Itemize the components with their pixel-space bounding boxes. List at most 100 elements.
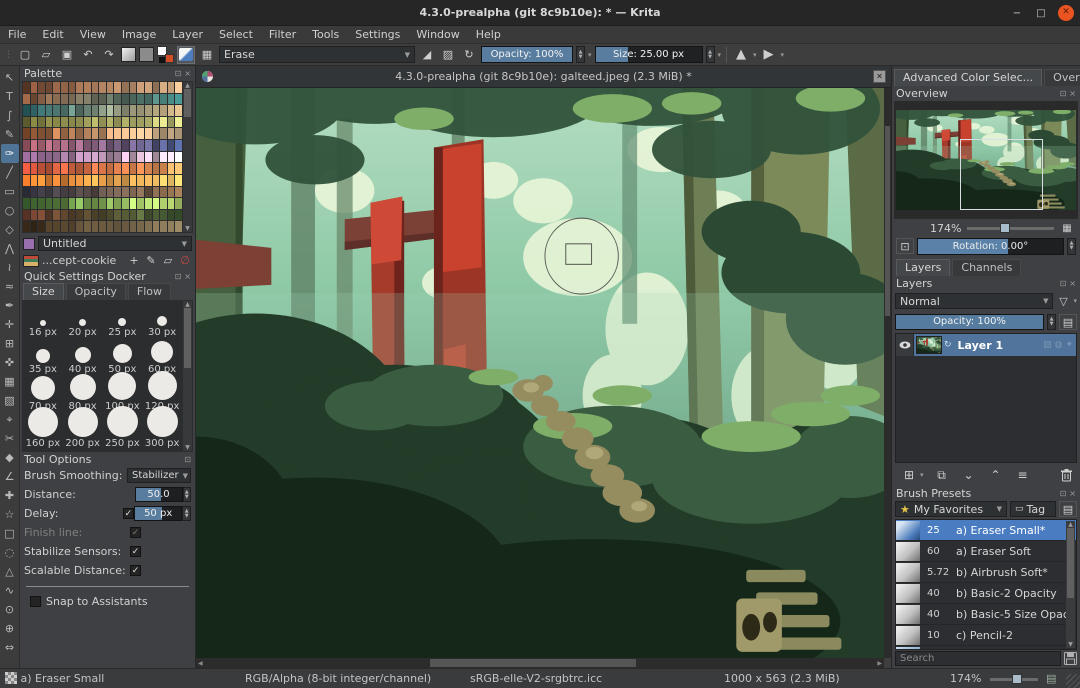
close-button[interactable]: ✕ [1058, 5, 1074, 21]
preset-display-mode-icon[interactable]: ▤ [1059, 501, 1077, 517]
overview-thumbnail[interactable] [894, 101, 1078, 219]
brush-size-cell[interactable]: 25 px [103, 302, 143, 339]
add-layer-arrow[interactable]: ▾ [920, 471, 924, 479]
smart-patch-tool-icon[interactable]: ✂ [1, 429, 19, 448]
brush-size-scrollbar[interactable]: ▲ ▼ [183, 301, 192, 451]
add-swatch-icon[interactable]: + [127, 252, 141, 270]
inherit-alpha-icon[interactable]: ↻ [944, 340, 952, 350]
float-docker-icon[interactable]: ⊡ [1060, 89, 1067, 98]
text-tool-icon[interactable]: T [1, 87, 19, 106]
bezier-curve-tool-icon[interactable]: ≀ [1, 258, 19, 277]
workspace-chooser-icon[interactable]: ▦ [198, 46, 216, 64]
polygon-tool-icon[interactable]: ◇ [1, 220, 19, 239]
edit-palette-icon[interactable]: ✎ [144, 252, 158, 270]
rotation-spinbox[interactable]: Rotation: 0.00° [917, 237, 1064, 255]
overview-view-rect[interactable] [960, 138, 1044, 210]
delay-spinner[interactable]: ▲ ▼ [182, 506, 191, 521]
preset-search-input[interactable] [895, 651, 1061, 666]
menu-image[interactable]: Image [122, 28, 156, 41]
assistants-tool-icon[interactable]: ✚ [1, 486, 19, 505]
opacity-options-arrow[interactable]: ▾ [588, 51, 592, 59]
new-document-icon[interactable]: ▢ [16, 46, 34, 64]
brush-size-cell[interactable]: 30 px [142, 302, 182, 339]
dynamic-brush-tool-icon[interactable]: ✒ [1, 296, 19, 315]
opacity-spinner[interactable]: ▲ ▼ [576, 46, 585, 63]
layer-props-icon[interactable]: ≡ [1014, 466, 1032, 484]
brush-size-cell-partial[interactable] [142, 450, 182, 452]
color-sampler-tool-icon[interactable]: ⌖ [1, 410, 19, 429]
tab-overview[interactable]: Overvi... [1044, 69, 1080, 86]
layer-row[interactable]: ↻ Layer 1 ▨ ◍ ✦ [896, 334, 1076, 356]
opacity-slider[interactable]: Opacity: 100% [481, 46, 573, 63]
float-docker-icon[interactable]: ⊡ [1060, 489, 1067, 498]
tab-channels[interactable]: Channels [952, 259, 1022, 276]
preset-row[interactable]: 25 a) Eraser Small* [896, 520, 1076, 541]
brush-size-cell[interactable]: 50 px [103, 339, 143, 376]
menu-settings[interactable]: Settings [355, 28, 400, 41]
preset-tag-dropdown[interactable]: ★ My Favorites ▼ [895, 501, 1007, 517]
scroll-left-icon[interactable]: ◀ [198, 660, 203, 667]
delay-checkbox[interactable]: ✓ [122, 508, 134, 519]
mirror-horizontal-arrow[interactable]: ▾ [753, 51, 757, 59]
rect-select-tool-icon[interactable]: □ [1, 524, 19, 543]
import-palette-icon[interactable]: ▱ [161, 252, 175, 270]
open-document-icon[interactable]: ▱ [37, 46, 55, 64]
layer-lock-icon[interactable]: ▨ [1043, 340, 1052, 350]
memory-status-icon[interactable]: ▤ [1046, 669, 1056, 688]
scalable-distance-checkbox[interactable]: ✓ [130, 565, 141, 576]
tab-advanced-color-selector[interactable]: Advanced Color Selec... [894, 69, 1043, 86]
resize-grip[interactable] [1066, 674, 1080, 688]
mirror-vertical-icon[interactable]: ▶ [760, 46, 778, 64]
float-docker-icon[interactable]: ⊡ [1060, 279, 1067, 288]
brush-editor-toggle[interactable] [177, 45, 195, 64]
delete-layer-icon[interactable] [1061, 468, 1072, 482]
preset-row[interactable]: 10 c) Pencil-2 [896, 625, 1076, 646]
subwindow-titlebar[interactable]: 4.3.0-prealpha (git 8c9b10e): galteed.jp… [196, 66, 891, 88]
ellipse-select-tool-icon[interactable]: ◌ [1, 543, 19, 562]
transform-tool-icon[interactable]: ⊞ [1, 334, 19, 353]
menu-select[interactable]: Select [219, 28, 253, 41]
layer-name[interactable]: Layer 1 [958, 339, 1004, 352]
line-tool-icon[interactable]: ╱ [1, 163, 19, 182]
close-docker-icon[interactable]: × [184, 272, 191, 281]
canvas-vertical-scrollbar[interactable] [884, 88, 891, 658]
fill-tool-icon[interactable]: ◆ [1, 448, 19, 467]
brush-size-cell[interactable]: 300 px [142, 406, 182, 450]
canvas-mirror-icon[interactable]: ▦ [1060, 219, 1074, 237]
close-docker-icon[interactable]: × [1069, 489, 1076, 498]
layer-opacity-spinner[interactable]: ▲ ▼ [1047, 314, 1056, 330]
layer-filter-arrow[interactable]: ▾ [1073, 297, 1077, 305]
ellipse-tool-icon[interactable]: ○ [1, 201, 19, 220]
brush-size-cell-partial[interactable] [63, 450, 103, 452]
brush-size-cell-partial[interactable] [23, 450, 63, 452]
menu-file[interactable]: File [8, 28, 26, 41]
rotation-spinner[interactable]: ▲ ▼ [1067, 237, 1076, 255]
preset-row-partial[interactable] [896, 646, 1076, 649]
zoom-slider[interactable] [990, 674, 1038, 684]
menu-view[interactable]: View [80, 28, 106, 41]
polygon-select-tool-icon[interactable]: △ [1, 562, 19, 581]
mirror-horizontal-icon[interactable]: ▲ [732, 46, 750, 64]
menu-edit[interactable]: Edit [42, 28, 63, 41]
filter-layers-icon[interactable]: ▽ [1056, 292, 1070, 310]
freehand-path-tool-icon[interactable]: ≈ [1, 277, 19, 296]
gradient-tool-icon[interactable]: ▧ [1, 391, 19, 410]
fg-bg-colors[interactable] [157, 46, 174, 63]
move-layer-up-icon[interactable]: ⌃ [987, 466, 1005, 484]
stabilize-sensors-checkbox[interactable]: ✓ [130, 546, 141, 557]
crop-tool-icon[interactable]: ▦ [1, 372, 19, 391]
brush-size-cell[interactable]: 20 px [63, 302, 103, 339]
tag-button[interactable]: ▭ Tag [1010, 501, 1056, 517]
tab-flow[interactable]: Flow [127, 283, 172, 300]
layer-properties-icon[interactable]: ▤ [1059, 314, 1077, 330]
palette-scrollbar[interactable]: ▲ ▼ [183, 82, 192, 232]
close-docker-icon[interactable]: × [1069, 279, 1076, 288]
redo-icon[interactable]: ↷ [100, 46, 118, 64]
snap-to-assistants-checkbox[interactable]: ✓ [30, 596, 41, 607]
brush-size-cell[interactable]: 40 px [63, 339, 103, 376]
similar-select-tool-icon[interactable]: ⊙ [1, 600, 19, 619]
palette-name-dropdown[interactable]: Untitled ▼ [38, 236, 192, 251]
rectangle-tool-icon[interactable]: ▭ [1, 182, 19, 201]
scroll-right-icon[interactable]: ▶ [877, 660, 882, 667]
menu-layer[interactable]: Layer [172, 28, 203, 41]
